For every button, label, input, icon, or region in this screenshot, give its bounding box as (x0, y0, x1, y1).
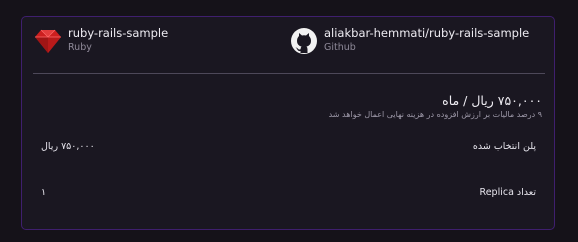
selected-plan-value: ۷۵۰,۰۰۰ ریال (41, 141, 95, 152)
repo-source: ruby-rails-sample Ruby (33, 26, 168, 55)
github-repo-path: aliakbar-hemmati/ruby-rails-sample (324, 26, 530, 40)
repo-language: Ruby (68, 42, 92, 53)
replica-count-label: تعداد Replica (479, 187, 536, 198)
github-provider: Github (324, 42, 356, 53)
repo-name: ruby-rails-sample (68, 26, 169, 40)
ruby-icon (33, 26, 62, 55)
plan-summary-card: ruby-rails-sample Ruby aliakbar-hemmati/… (21, 16, 555, 230)
tax-note: ۹ درصد مالیات بر ارزش افزوده در هزینه نه… (328, 110, 542, 119)
plan-price: ۷۵۰,۰۰۰ ریال / ماه (442, 93, 542, 108)
selected-plan-label: پلن انتخاب شده (472, 141, 536, 152)
github-icon (289, 26, 318, 55)
divider (33, 73, 545, 74)
replica-count-value: ۱ (41, 187, 47, 198)
github-source: aliakbar-hemmati/ruby-rails-sample Githu… (289, 26, 529, 55)
